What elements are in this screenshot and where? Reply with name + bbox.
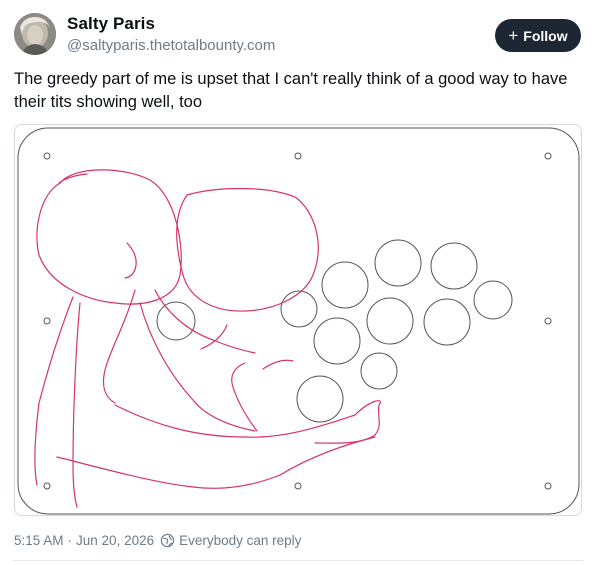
mounting-holes	[43, 152, 552, 490]
follow-button[interactable]: + Follow	[495, 19, 581, 52]
follow-button-label: Follow	[523, 27, 568, 44]
everybody-globe-icon	[160, 533, 175, 548]
plus-icon: +	[508, 25, 519, 45]
post-date[interactable]: Jun 20, 2026	[76, 533, 154, 548]
divider	[14, 560, 583, 561]
author-name[interactable]: Salty Paris	[67, 14, 155, 34]
post-text: The greedy part of me is upset that I ca…	[14, 70, 568, 111]
post-meta: 5:15 AM · Jun 20, 2026 Everybody can rep…	[14, 533, 301, 548]
reply-setting: Everybody can reply	[160, 533, 301, 548]
avatar[interactable]	[14, 13, 56, 55]
meta-separator: ·	[67, 533, 73, 548]
post-image[interactable]	[14, 124, 582, 516]
profile-photo-icon	[14, 13, 56, 55]
button-circles	[156, 239, 513, 423]
author-handle[interactable]: @saltyparis.thetotalbounty.com	[67, 37, 275, 54]
post-time[interactable]: 5:15 AM	[14, 533, 64, 548]
sketch-image	[17, 127, 580, 515]
reply-setting-label: Everybody can reply	[179, 533, 302, 548]
pink-sketch	[34, 169, 381, 508]
